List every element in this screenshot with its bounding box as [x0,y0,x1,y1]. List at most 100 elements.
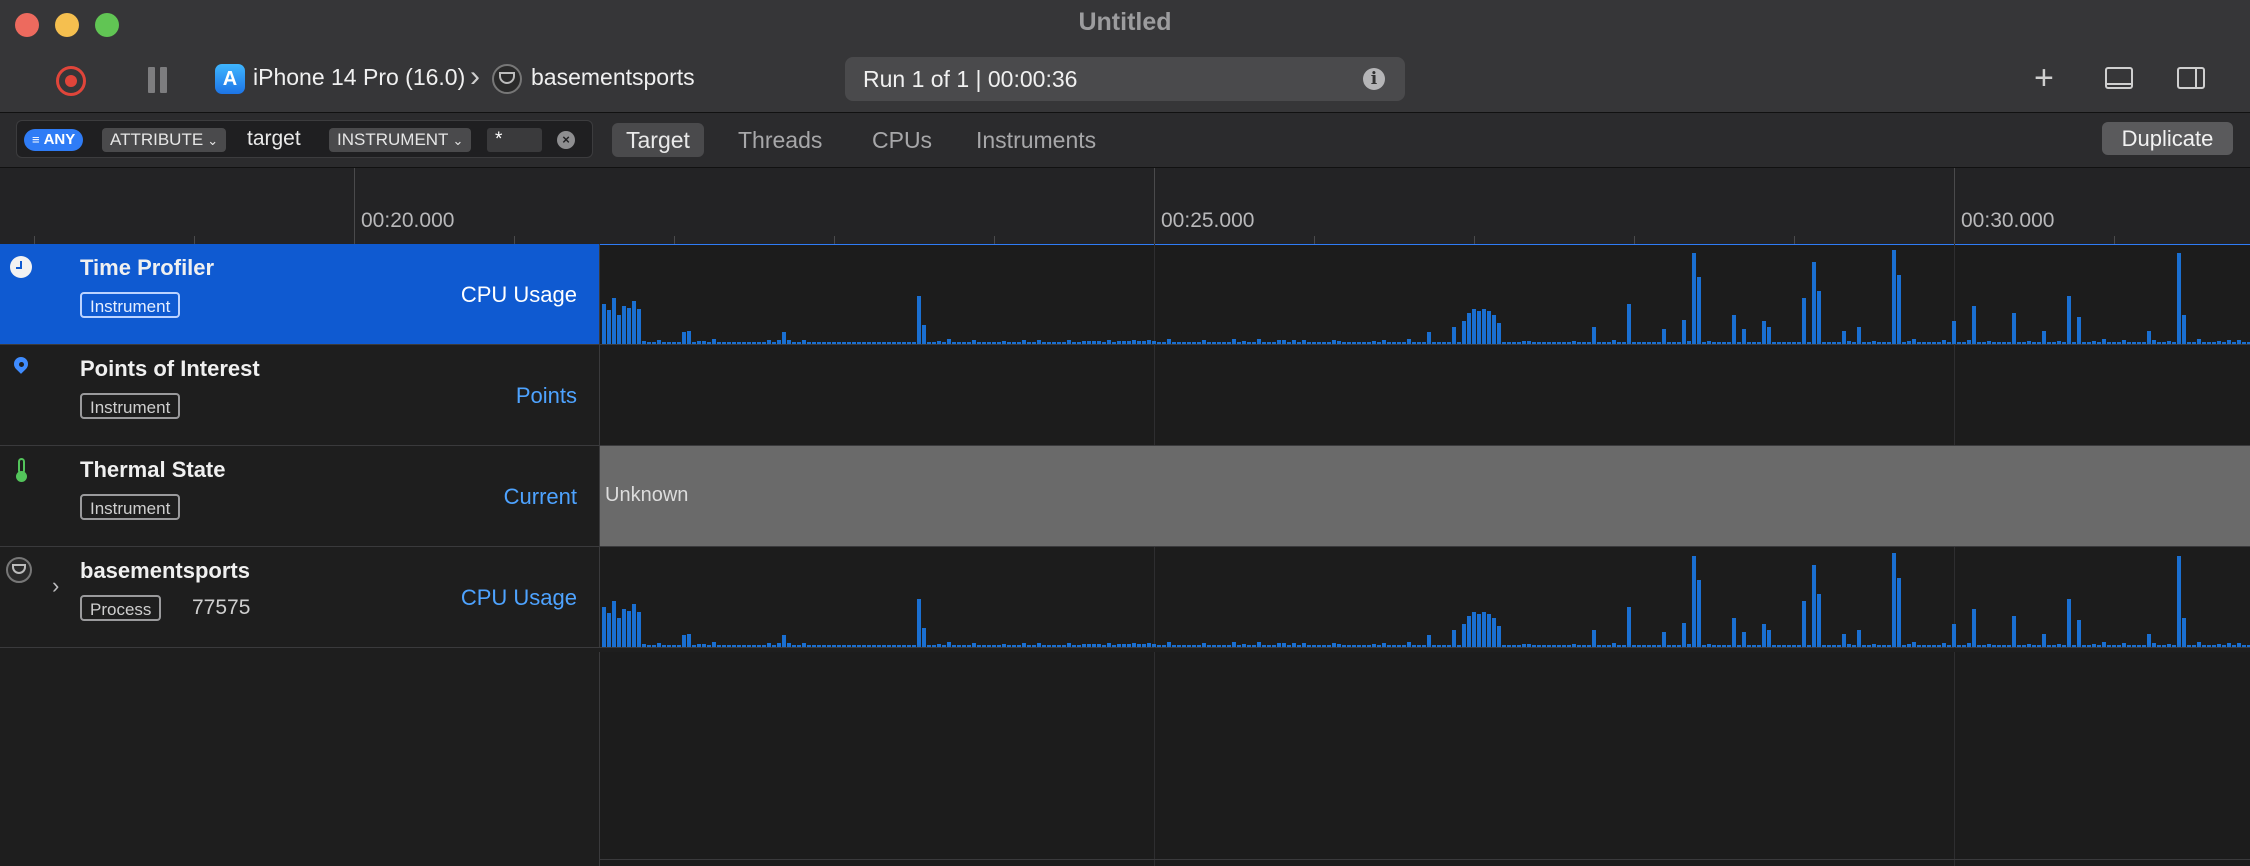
track-filter-field[interactable]: ≡ ANY ATTRIBUTE ⌄ target INSTRUMENT ⌄ * × [16,120,593,158]
track-metric-selector[interactable]: Points [516,383,577,409]
cpu-bar [2217,341,2221,344]
cpu-bar [2117,645,2121,647]
track-metric-selector[interactable]: CPU Usage [461,585,577,611]
track-header[interactable]: Thermal State Instrument Current [0,446,600,546]
cpu-bar [1417,645,1421,647]
tab-instruments[interactable]: Instruments [962,123,1110,157]
cpu-bar [677,342,681,344]
cpu-bar [1707,644,1711,647]
cpu-bar [2242,342,2246,344]
cpu-bar [1347,645,1351,647]
ruler-minor-tick [1474,236,1475,244]
app-store-icon: A [215,64,245,94]
track-type-badge: Instrument [80,494,181,520]
cpu-bar [1122,341,1126,344]
tab-cpus[interactable]: CPUs [858,123,946,157]
cpu-bar [772,342,776,344]
cpu-bar [1842,331,1846,344]
cpu-bar [1262,645,1266,647]
cpu-bar [1327,342,1331,344]
cpu-bar [1242,644,1246,647]
cpu-bar [1722,342,1726,344]
cpu-bar [827,645,831,647]
cpu-bar [2077,620,2081,647]
cpu-bar [1627,607,1631,647]
info-icon[interactable]: i [1363,68,1385,90]
cpu-bar [937,644,941,647]
points-lane[interactable] [600,345,2250,445]
cpu-bar [1532,342,1536,344]
toggle-bottom-panel-icon[interactable] [2105,67,2133,89]
cpu-usage-graph[interactable] [600,244,2250,345]
track-header[interactable]: Points of Interest Instrument Points [0,345,600,445]
cpu-bar [1252,342,1256,344]
time-ruler[interactable]: 00:20.000 00:25.000 00:30.000 [0,168,2250,245]
pattern-token[interactable]: * [487,128,542,152]
cpu-bar [1497,626,1501,647]
run-status-text: Run 1 of 1 | 00:00:36 [863,66,1078,92]
cpu-bar [1807,342,1811,344]
cpu-bar [792,342,796,344]
window-title: Untitled [1078,8,1172,36]
cpu-bar [1592,630,1596,647]
track-metric-selector[interactable]: Current [504,484,577,510]
cpu-bar [1062,342,1066,344]
cpu-bar [827,342,831,344]
cpu-bar [1442,645,1446,647]
cpu-bar [1502,342,1506,344]
toggle-inspector-icon[interactable] [2177,67,2205,89]
track-header[interactable]: › basementsports Process 77575 CPU Usage [0,547,600,647]
tab-threads[interactable]: Threads [724,123,836,157]
clear-filter-icon[interactable]: × [557,131,575,149]
cpu-bar [1972,609,1976,647]
cpu-bar [607,613,611,647]
column-divider [599,652,600,866]
cpu-bar [1647,342,1651,344]
cpu-usage-graph[interactable] [600,547,2250,648]
duplicate-button[interactable]: Duplicate [2102,122,2233,155]
track-metric-selector[interactable]: CPU Usage [461,282,577,308]
cpu-bar [2192,342,2196,344]
cpu-bar [1607,342,1611,344]
cpu-bar [1342,645,1346,647]
add-instrument-icon[interactable]: + [2034,61,2054,95]
instrument-token[interactable]: INSTRUMENT ⌄ [329,128,472,152]
cpu-bar [602,607,606,647]
cpu-bar [1562,342,1566,344]
cpu-bar [1557,342,1561,344]
cpu-bar [1127,341,1131,344]
cpu-bar [1622,645,1626,647]
track-process[interactable]: › basementsports Process 77575 CPU Usage [0,547,2250,648]
cpu-bar [2082,342,2086,344]
track-time-profiler[interactable]: Time Profiler Instrument CPU Usage [0,244,2250,345]
cpu-bar [2242,645,2246,647]
device-selector[interactable]: iPhone 14 Pro (16.0) [253,64,465,91]
cpu-bar [1667,645,1671,647]
track-thermal-state[interactable]: Thermal State Instrument Current Unknown [0,446,2250,547]
tab-target[interactable]: Target [612,123,704,157]
cpu-bar [1902,342,1906,344]
cpu-bar [1267,645,1271,647]
process-id: 77575 [192,596,251,619]
disclosure-chevron-icon[interactable]: › [52,573,59,599]
cpu-bar [1472,309,1476,344]
cpu-bar [2147,331,2151,344]
cpu-bar [1442,342,1446,344]
pause-button[interactable] [147,67,169,93]
cpu-bar [1867,645,1871,647]
attribute-token[interactable]: ATTRIBUTE ⌄ [102,128,227,152]
cpu-bar [1597,342,1601,344]
any-filter-token[interactable]: ≡ ANY [24,129,84,151]
cpu-bar [632,301,636,344]
cpu-bar [602,304,606,344]
track-points-of-interest[interactable]: Points of Interest Instrument Points [0,345,2250,446]
empty-lane [600,652,2250,866]
target-app-selector[interactable]: basementsports [531,64,695,91]
thermal-lane[interactable]: Unknown [600,446,2250,546]
record-button[interactable] [56,66,86,96]
cpu-bar [1207,342,1211,344]
cpu-bar [1972,306,1976,344]
cpu-bar [1697,580,1701,647]
track-header[interactable]: Time Profiler Instrument CPU Usage [0,244,600,344]
ruler-label: 00:30.000 [1961,209,2055,232]
